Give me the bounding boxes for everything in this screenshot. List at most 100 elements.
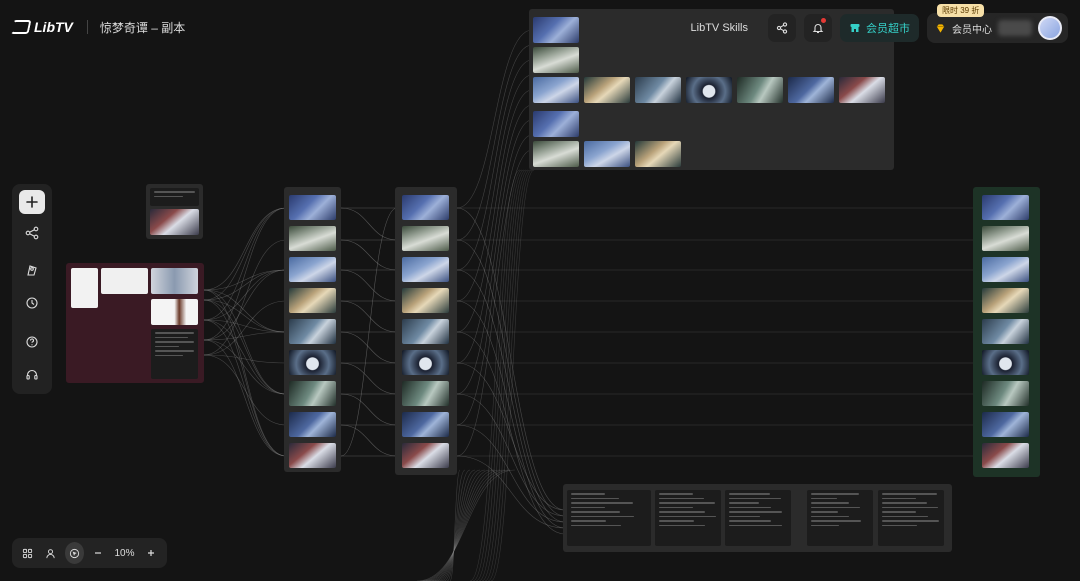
notification-button[interactable] bbox=[804, 14, 832, 42]
prompt-card[interactable] bbox=[878, 490, 944, 546]
character-reference-node[interactable] bbox=[66, 263, 204, 383]
zoom-in-button[interactable] bbox=[142, 542, 161, 564]
character-front-view[interactable] bbox=[71, 268, 98, 308]
storyboard-frame[interactable] bbox=[982, 350, 1029, 375]
project-title[interactable]: 惊梦奇谭 – 副本 bbox=[100, 19, 185, 36]
notification-dot bbox=[821, 18, 826, 23]
storyboard-frame[interactable] bbox=[402, 257, 449, 282]
connection-wire bbox=[456, 104, 533, 364]
share-button[interactable] bbox=[768, 14, 796, 42]
gallery-frame[interactable] bbox=[635, 141, 681, 167]
prompt-card[interactable] bbox=[807, 490, 873, 546]
connection-wire bbox=[484, 169, 531, 581]
gallery-frame[interactable] bbox=[737, 77, 783, 103]
storyboard-frame[interactable] bbox=[402, 350, 449, 375]
gallery-frame[interactable] bbox=[533, 141, 579, 167]
history-button[interactable] bbox=[19, 291, 45, 315]
assets-icon bbox=[27, 265, 37, 276]
storyboard-frame[interactable] bbox=[982, 226, 1029, 251]
help-button[interactable] bbox=[19, 330, 45, 354]
gallery-frame[interactable] bbox=[635, 77, 681, 103]
character-costume-sheet[interactable] bbox=[151, 268, 198, 294]
gallery-frame[interactable] bbox=[584, 141, 630, 167]
zoom-out-button[interactable] bbox=[88, 542, 107, 564]
character-turnaround[interactable] bbox=[101, 268, 148, 294]
storyboard-frame[interactable] bbox=[289, 319, 336, 344]
connection-wire bbox=[203, 289, 287, 333]
libtv-logo-icon bbox=[10, 20, 32, 34]
prompt-text-line bbox=[659, 520, 694, 522]
storyboard-column-2[interactable] bbox=[395, 187, 457, 475]
output-column[interactable] bbox=[973, 187, 1040, 477]
assets-button[interactable] bbox=[19, 258, 45, 282]
gallery-frame[interactable] bbox=[533, 17, 579, 43]
connection-wire bbox=[203, 319, 287, 395]
storyboard-frame[interactable] bbox=[982, 319, 1029, 344]
prompt-card[interactable] bbox=[655, 490, 721, 546]
prompt-text-line bbox=[882, 511, 917, 513]
gallery-frame[interactable] bbox=[788, 77, 834, 103]
gallery-frame[interactable] bbox=[533, 111, 579, 137]
character-portrait[interactable] bbox=[151, 299, 198, 325]
member-market-button[interactable]: 会员超市 bbox=[840, 14, 919, 42]
character-description bbox=[151, 329, 198, 379]
share-icon bbox=[776, 22, 788, 34]
workflow-canvas[interactable] bbox=[0, 0, 1080, 581]
workflow-button[interactable] bbox=[19, 221, 45, 245]
storyboard-frame[interactable] bbox=[982, 443, 1029, 468]
libtv-logo[interactable]: LibTV bbox=[10, 19, 73, 35]
storyboard-column-1[interactable] bbox=[284, 187, 341, 472]
add-node-button[interactable] bbox=[19, 190, 45, 214]
grid-view-button[interactable] bbox=[18, 542, 37, 564]
member-center-button[interactable]: 限时 39 折 会员中心 bbox=[927, 4, 1068, 43]
connection-wire bbox=[203, 299, 287, 457]
storyboard-frame[interactable] bbox=[982, 381, 1029, 406]
storyboard-frame[interactable] bbox=[289, 288, 336, 313]
storyboard-frame[interactable] bbox=[402, 381, 449, 406]
support-button[interactable] bbox=[19, 363, 45, 387]
connection-wire bbox=[456, 331, 566, 535]
gallery-frame[interactable] bbox=[686, 77, 732, 103]
gallery-frame[interactable] bbox=[839, 77, 885, 103]
user-avatar[interactable] bbox=[1038, 16, 1062, 40]
storyboard-frame[interactable] bbox=[289, 195, 336, 220]
gallery-frame[interactable] bbox=[533, 77, 579, 103]
minus-icon bbox=[94, 552, 101, 554]
image-node-small[interactable] bbox=[146, 184, 203, 239]
storyboard-frame[interactable] bbox=[982, 288, 1029, 313]
scene-thumbnail[interactable] bbox=[150, 209, 199, 235]
storyboard-frame[interactable] bbox=[402, 288, 449, 313]
storyboard-frame[interactable] bbox=[289, 381, 336, 406]
storyboard-frame[interactable] bbox=[289, 350, 336, 375]
prompt-card[interactable] bbox=[725, 490, 791, 546]
pan-mode-button[interactable] bbox=[64, 542, 84, 564]
connection-wire bbox=[428, 469, 496, 581]
storyboard-frame[interactable] bbox=[982, 412, 1029, 437]
storyboard-frame[interactable] bbox=[289, 443, 336, 468]
prompt-batch-node[interactable] bbox=[563, 484, 952, 552]
storyboard-frame[interactable] bbox=[289, 412, 336, 437]
storyboard-frame[interactable] bbox=[402, 226, 449, 251]
storyboard-frame[interactable] bbox=[982, 195, 1029, 220]
gallery-frame[interactable] bbox=[584, 77, 630, 103]
prompt-text-line bbox=[882, 502, 927, 504]
storyboard-frame[interactable] bbox=[402, 412, 449, 437]
storyboard-frame[interactable] bbox=[402, 319, 449, 344]
plus-small-icon bbox=[148, 550, 155, 556]
storyboard-frame[interactable] bbox=[402, 195, 449, 220]
user-view-button[interactable] bbox=[41, 542, 60, 564]
prompt-card[interactable] bbox=[567, 490, 651, 546]
connection-wire bbox=[456, 455, 566, 529]
connection-wire bbox=[203, 300, 287, 356]
gallery-frame[interactable] bbox=[533, 47, 579, 73]
libtv-skills-link[interactable]: LibTV Skills bbox=[691, 22, 748, 34]
prompt-text-line bbox=[729, 493, 770, 495]
storyboard-frame[interactable] bbox=[289, 226, 336, 251]
storyboard-frame[interactable] bbox=[289, 257, 336, 282]
prompt-text-line bbox=[571, 520, 607, 522]
storyboard-frame[interactable] bbox=[402, 443, 449, 468]
connection-wire bbox=[203, 319, 287, 457]
connection-wire bbox=[203, 207, 287, 341]
prompt-text-line bbox=[811, 493, 860, 495]
storyboard-frame[interactable] bbox=[982, 257, 1029, 282]
